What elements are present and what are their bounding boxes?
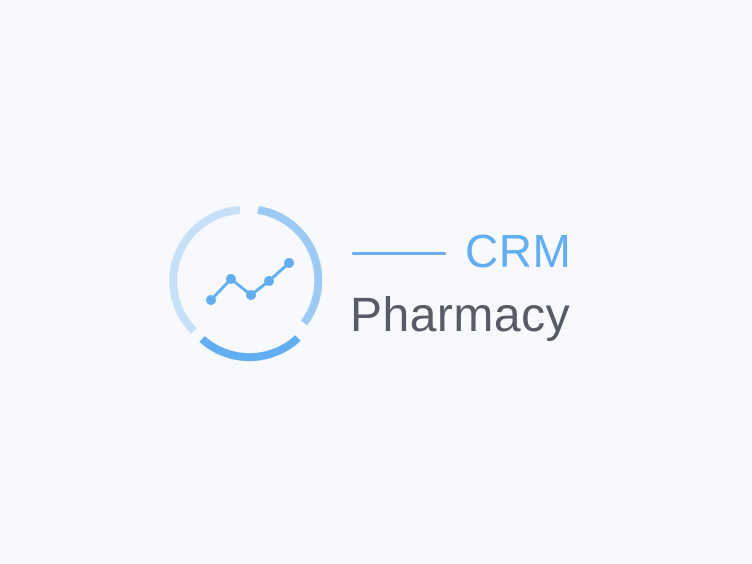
trend-point — [246, 290, 256, 300]
brand-name: Pharmacy — [350, 289, 571, 342]
trend-point — [206, 295, 216, 305]
brand-logo: CRM Pharmacy — [0, 0, 752, 564]
trend-point — [284, 258, 294, 268]
rising-chart-ring-icon — [169, 206, 323, 362]
accent-rule — [352, 252, 446, 255]
ring-segment-bottom — [199, 335, 301, 362]
trend-point — [264, 276, 274, 286]
ring-segment-left — [169, 206, 241, 334]
brand-top-word: CRM — [465, 225, 572, 277]
trend-point — [226, 274, 236, 284]
